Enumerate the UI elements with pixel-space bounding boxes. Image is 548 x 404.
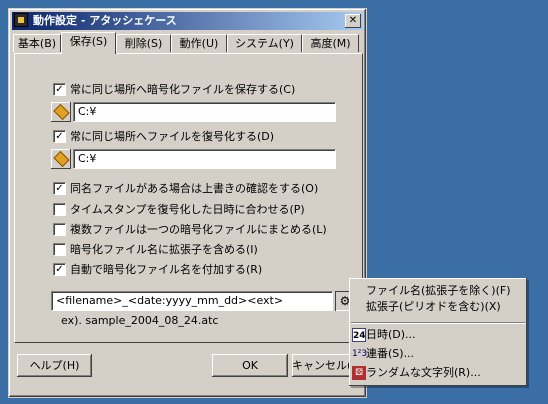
settings-dialog: 動作設定 - アタッシェケース ✕ 基本(B) 保存(S) 削除(S) 動作(U… (8, 8, 367, 398)
filename-example: ex). sample_2004_08_24.atc (61, 314, 219, 327)
menu-item-random[interactable]: ⚄ ランダムな文字列(R)... (349, 364, 527, 382)
close-button[interactable]: ✕ (345, 14, 361, 28)
tab-system[interactable]: システム(Y) (227, 34, 302, 52)
auto-name-label: 自動で暗号化ファイル名を付加する(R) (70, 263, 263, 276)
decrypt-path-field[interactable]: C:¥ (73, 149, 336, 169)
sequence-icon: 1²3 (352, 349, 368, 359)
filename-format-field[interactable]: <filename>_<date:yyyy_mm_dd><ext> (51, 291, 333, 311)
menu-separator (351, 322, 525, 324)
menu-item-datetime[interactable]: 24 日時(D)... (349, 326, 527, 344)
window-title: 動作設定 - アタッシェケース (33, 14, 177, 27)
calendar-icon: 24 (352, 328, 366, 342)
menu-item-extension[interactable]: 拡張子(ピリオドを含む)(X) (349, 298, 527, 316)
include-ext-checkbox[interactable] (53, 243, 66, 256)
menu-item-datetime-label: 日時(D)... (366, 328, 416, 341)
tab-basic[interactable]: 基本(B) (13, 34, 61, 52)
tab-advanced[interactable]: 高度(M) (302, 34, 359, 52)
include-ext-label: 暗号化ファイル名に拡張子を含める(I) (70, 243, 258, 256)
save-same-place-checkbox[interactable]: ✓ (53, 83, 66, 96)
save-folder-button[interactable] (51, 102, 71, 122)
save-same-place-label: 常に同じ場所へ暗号化ファイルを保存する(C) (70, 83, 296, 96)
tab-delete[interactable]: 削除(S) (116, 34, 171, 52)
combine-files-checkbox[interactable] (53, 223, 66, 236)
combine-files-label: 複数ファイルは一つの暗号化ファイルにまとめる(L) (70, 223, 327, 236)
help-button[interactable]: ヘルプ(H) (17, 354, 92, 377)
menu-item-extension-label: 拡張子(ピリオドを含む)(X) (366, 300, 501, 313)
app-icon (14, 13, 28, 27)
random-icon: ⚄ (352, 366, 366, 380)
menu-item-random-label: ランダムな文字列(R)... (366, 366, 481, 379)
confirm-overwrite-label: 同名ファイルがある場合は上書きの確認をする(O) (70, 182, 319, 195)
decrypt-same-place-label: 常に同じ場所へファイルを復号化する(D) (70, 130, 275, 143)
insert-token-menu: ファイル名(拡張子を除く)(F) 拡張子(ピリオドを含む)(X) 24 日時(D… (349, 278, 527, 386)
decrypt-same-place-checkbox[interactable]: ✓ (53, 130, 66, 143)
tab-action[interactable]: 動作(U) (171, 34, 227, 52)
tab-save[interactable]: 保存(S) (61, 32, 116, 54)
match-timestamp-checkbox[interactable] (53, 203, 66, 216)
save-path-field[interactable]: C:¥ (73, 102, 336, 122)
match-timestamp-label: タイムスタンプを復号化した日時に合わせる(P) (70, 203, 305, 216)
title-bar[interactable]: 動作設定 - アタッシェケース ✕ (12, 12, 363, 30)
auto-name-checkbox[interactable]: ✓ (53, 263, 66, 276)
decrypt-folder-button[interactable] (51, 149, 71, 169)
menu-item-sequence-label: 連番(S)... (366, 347, 415, 360)
confirm-overwrite-checkbox[interactable]: ✓ (53, 182, 66, 195)
ok-button[interactable]: OK (212, 354, 288, 377)
menu-item-sequence[interactable]: 1²3 連番(S)... (349, 345, 527, 363)
